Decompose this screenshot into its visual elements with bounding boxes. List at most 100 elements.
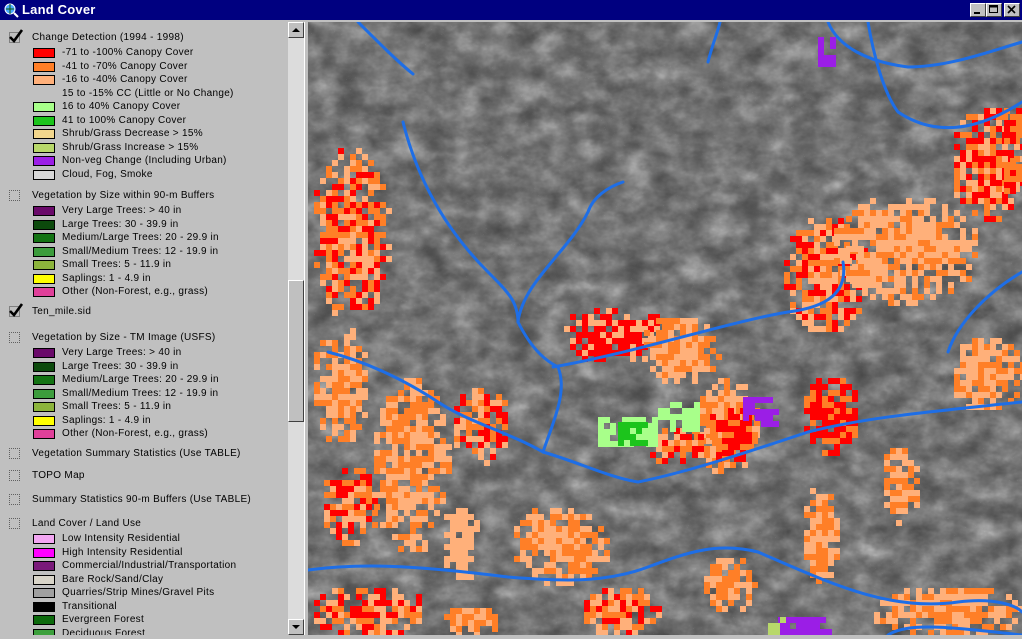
legend-item: Large Trees: 30 - 39.9 in bbox=[0, 361, 288, 374]
legend-item: Saplings: 1 - 4.9 in bbox=[0, 415, 288, 428]
legend-item: Saplings: 1 - 4.9 in bbox=[0, 273, 288, 286]
layer-visibility-checkbox[interactable] bbox=[9, 470, 20, 481]
legend-item: -41 to -70% Canopy Cover bbox=[0, 61, 288, 74]
title-bar[interactable]: Land Cover bbox=[0, 0, 1022, 20]
layer-name: Vegetation by Size within 90-m Buffers bbox=[32, 190, 215, 201]
maximize-icon bbox=[989, 5, 998, 13]
legend-swatch bbox=[33, 260, 55, 270]
toc-layer[interactable]: Vegetation by Size within 90-m Buffers bbox=[0, 188, 288, 204]
legend-label: Low Intensity Residential bbox=[62, 533, 181, 544]
legend-swatch bbox=[33, 115, 55, 126]
layer-visibility-checkbox[interactable] bbox=[9, 494, 20, 505]
layer-name: Change Detection (1994 - 1998) bbox=[32, 32, 184, 43]
layer-name: Vegetation by Size - TM Image (USFS) bbox=[32, 332, 216, 343]
legend-swatch bbox=[33, 375, 55, 385]
legend-swatch bbox=[33, 142, 55, 153]
scroll-down-button[interactable] bbox=[288, 619, 304, 635]
legend-swatch bbox=[33, 102, 55, 112]
legend-label: Small/Medium Trees: 12 - 19.9 in bbox=[62, 387, 219, 399]
legend-item: Very Large Trees: > 40 in bbox=[0, 205, 288, 218]
scroll-up-button[interactable] bbox=[288, 22, 304, 38]
legend-item: Evergreen Forest bbox=[0, 614, 288, 627]
legend-label: Medium/Large Trees: 20 - 29.9 in bbox=[62, 232, 219, 243]
legend-item: Low Intensity Residential bbox=[0, 533, 288, 546]
legend-swatch bbox=[33, 246, 55, 257]
legend-label: Other (Non-Forest, e.g., grass) bbox=[62, 428, 209, 439]
legend-swatch bbox=[33, 574, 55, 585]
table-of-contents: Change Detection (1994 - 1998) -71 to -10… bbox=[0, 22, 288, 635]
legend-item: Quarries/Strip Mines/Gravel Pits bbox=[0, 587, 288, 600]
legend-label: Evergreen Forest bbox=[62, 614, 145, 625]
layer-visibility-checkbox[interactable] bbox=[9, 518, 20, 529]
legend-item: Small Trees: 5 - 11.9 in bbox=[0, 401, 288, 414]
legend-item: Non-veg Change (Including Urban) bbox=[0, 155, 288, 168]
legend-swatch bbox=[33, 388, 55, 399]
toc-layer[interactable]: TOPO Map bbox=[0, 468, 288, 484]
legend-label: -16 to -40% Canopy Cover bbox=[62, 74, 188, 85]
toc-layer[interactable]: Vegetation Summary Statistics (Use TABLE… bbox=[0, 446, 288, 462]
legend-swatch bbox=[33, 219, 55, 230]
layer-visibility-checkbox[interactable] bbox=[9, 29, 24, 43]
legend-label: Medium/Large Trees: 20 - 29.9 in bbox=[62, 374, 219, 385]
legend-label: Shrub/Grass Decrease > 15% bbox=[62, 128, 203, 139]
legend-label: Cloud, Fog, Smoke bbox=[62, 168, 153, 180]
legend-item: -16 to -40% Canopy Cover bbox=[0, 74, 288, 87]
legend-swatch bbox=[33, 61, 55, 72]
legend-item: Transitional bbox=[0, 601, 288, 614]
legend-label: Commercial/Industrial/Transportation bbox=[62, 560, 237, 571]
legend-label: 16 to 40% Canopy Cover bbox=[62, 101, 181, 112]
legend-label: Saplings: 1 - 4.9 in bbox=[62, 272, 151, 284]
close-icon bbox=[1007, 5, 1016, 14]
legend-item: Deciduous Forest bbox=[0, 627, 288, 636]
legend-label: 15 to -15% CC (Little or No Change) bbox=[62, 87, 234, 99]
map-view[interactable] bbox=[308, 22, 1022, 635]
legend-swatch bbox=[33, 156, 55, 166]
legend-item: Medium/Large Trees: 20 - 29.9 in bbox=[0, 374, 288, 387]
legend-label: Large Trees: 30 - 39.9 in bbox=[62, 218, 179, 230]
layer-visibility-checkbox[interactable] bbox=[9, 303, 24, 317]
toc-scrollbar[interactable] bbox=[288, 22, 304, 635]
layer-name: TOPO Map bbox=[32, 470, 85, 481]
legend-label: Quarries/Strip Mines/Gravel Pits bbox=[62, 587, 215, 598]
minimize-button[interactable] bbox=[970, 3, 986, 17]
legend-item: 15 to -15% CC (Little or No Change) bbox=[0, 88, 288, 101]
layer-visibility-checkbox[interactable] bbox=[9, 332, 20, 343]
legend-item: 41 to 100% Canopy Cover bbox=[0, 115, 288, 128]
layer-name: Land Cover / Land Use bbox=[32, 518, 142, 529]
legend-swatch bbox=[33, 169, 55, 180]
legend-swatch bbox=[33, 206, 55, 216]
toc-layer[interactable]: Ten_mile.sid bbox=[0, 303, 288, 320]
checkmark-icon bbox=[9, 303, 24, 317]
legend-label: Deciduous Forest bbox=[62, 627, 146, 636]
legend-item: 16 to 40% Canopy Cover bbox=[0, 101, 288, 114]
legend-label: -41 to -70% Canopy Cover bbox=[62, 60, 188, 72]
legend-label: Shrub/Grass Increase > 15% bbox=[62, 141, 199, 153]
layer-visibility-checkbox[interactable] bbox=[9, 448, 20, 459]
legend-label: Non-veg Change (Including Urban) bbox=[62, 155, 227, 166]
toc-layer[interactable]: Land Cover / Land Use bbox=[0, 516, 288, 532]
legend-item: Very Large Trees: > 40 in bbox=[0, 347, 288, 360]
legend-item: Medium/Large Trees: 20 - 29.9 in bbox=[0, 232, 288, 245]
toc-layer[interactable]: Vegetation by Size - TM Image (USFS) bbox=[0, 330, 288, 346]
toc-layer[interactable]: Change Detection (1994 - 1998) bbox=[0, 29, 288, 46]
legend-swatch bbox=[33, 588, 55, 598]
legend-swatch bbox=[33, 615, 55, 625]
legend-item: -71 to -100% Canopy Cover bbox=[0, 47, 288, 60]
layer-visibility-checkbox[interactable] bbox=[9, 190, 20, 201]
globe-search-icon[interactable] bbox=[3, 2, 19, 18]
layer-name: Summary Statistics 90-m Buffers (Use TAB… bbox=[32, 494, 252, 505]
legend-swatch bbox=[33, 534, 55, 544]
legend-label: Other (Non-Forest, e.g., grass) bbox=[62, 286, 209, 297]
scroll-thumb[interactable] bbox=[288, 280, 304, 422]
checkmark-icon bbox=[9, 29, 24, 43]
arrow-down-icon bbox=[292, 625, 300, 629]
legend-swatch bbox=[33, 75, 55, 85]
legend-swatch bbox=[33, 273, 55, 284]
close-button[interactable] bbox=[1004, 3, 1020, 17]
legend-item: Commercial/Industrial/Transportation bbox=[0, 560, 288, 573]
maximize-button[interactable] bbox=[986, 3, 1002, 17]
legend-swatch bbox=[33, 287, 55, 297]
land-cover-window: Land Cover Change Detection (1994 - 1998… bbox=[0, 0, 1022, 635]
map-canvas[interactable] bbox=[308, 22, 1022, 635]
toc-layer[interactable]: Summary Statistics 90-m Buffers (Use TAB… bbox=[0, 492, 288, 508]
